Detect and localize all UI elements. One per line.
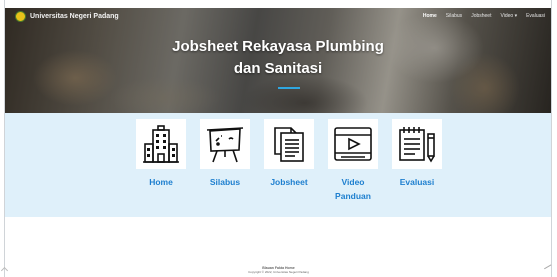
menu-band: Home Silabus Jobsheet Video Panduan Eval… bbox=[5, 113, 551, 217]
menu-label-silabus: Silabus bbox=[209, 177, 241, 187]
menu-label-home: Home bbox=[149, 177, 173, 187]
brand[interactable]: Universitas Negeri Padang bbox=[15, 11, 119, 22]
hero-banner: Universitas Negeri Padang Home Silabus J… bbox=[5, 8, 551, 113]
easel-board-icon bbox=[200, 119, 250, 169]
title-line-2: dan Sanitasi bbox=[233, 60, 323, 77]
title-line-1: Jobsheet Rekayasa Plumbing bbox=[172, 38, 384, 55]
notepad-pencil-icon bbox=[392, 119, 442, 169]
building-icon bbox=[136, 119, 186, 169]
top-nav: Home Silabus Jobsheet Video ▾ Evaluasi bbox=[423, 13, 545, 19]
menu-item-silabus[interactable]: Silabus bbox=[199, 119, 251, 203]
menu-item-evaluasi[interactable]: Evaluasi bbox=[391, 119, 443, 203]
chevron-down-icon: ▾ bbox=[514, 13, 518, 19]
main-menu: Home Silabus Jobsheet Video Panduan Eval… bbox=[135, 119, 443, 203]
brand-name: Universitas Negeri Padang bbox=[30, 13, 119, 20]
menu-label-video-panduan: Video Panduan bbox=[335, 177, 371, 201]
video-player-icon bbox=[328, 119, 378, 169]
page-title: Jobsheet Rekayasa Plumbing dan Sanitasi bbox=[5, 36, 551, 80]
university-logo-icon bbox=[15, 11, 26, 22]
menu-item-home[interactable]: Home bbox=[135, 119, 187, 203]
footer-copyright: Copyright © 2022, Universitas Negeri Pad… bbox=[248, 270, 309, 274]
title-underline bbox=[278, 87, 300, 89]
nav-jobsheet[interactable]: Jobsheet bbox=[471, 13, 491, 19]
nav-video-label: Video bbox=[500, 13, 514, 19]
menu-item-jobsheet[interactable]: Jobsheet bbox=[263, 119, 315, 203]
menu-label-jobsheet: Jobsheet bbox=[270, 177, 308, 187]
nav-silabus[interactable]: Silabus bbox=[446, 13, 462, 19]
menu-item-video-panduan[interactable]: Video Panduan bbox=[327, 119, 379, 203]
nav-home[interactable]: Home bbox=[423, 13, 437, 19]
documents-icon bbox=[264, 119, 314, 169]
nav-evaluasi[interactable]: Evaluasi bbox=[526, 13, 545, 19]
menu-label-evaluasi: Evaluasi bbox=[399, 177, 435, 187]
footer: Blauan Fakta Home Copyright © 2022, Univ… bbox=[0, 266, 557, 274]
nav-video[interactable]: Video ▾ bbox=[500, 13, 517, 19]
